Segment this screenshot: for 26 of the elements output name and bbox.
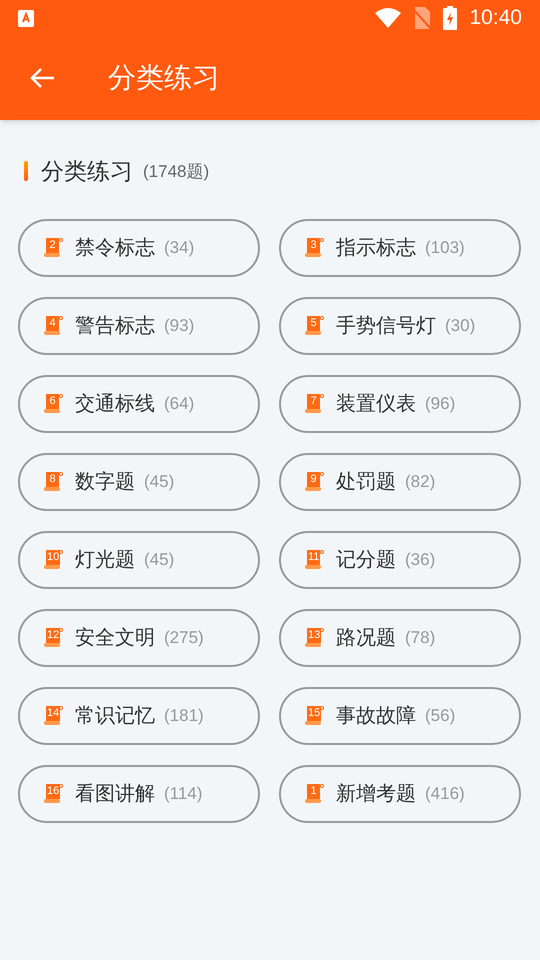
back-arrow-icon bbox=[29, 67, 55, 89]
wifi-icon bbox=[375, 7, 402, 29]
category-button[interactable]: 15 事故故障 (56) bbox=[279, 686, 521, 744]
category-button[interactable]: 14 常识记忆 (181) bbox=[18, 686, 260, 744]
status-time: 10:40 bbox=[469, 5, 522, 32]
category-button[interactable]: 2 禁令标志 (34) bbox=[18, 218, 260, 276]
section-title: 分类练习 bbox=[41, 157, 133, 186]
category-button[interactable]: 5 手势信号灯 (30) bbox=[279, 296, 521, 354]
category-button[interactable]: 9 处罚题 (82) bbox=[279, 452, 521, 510]
category-button[interactable]: 11 记分题 (36) bbox=[279, 530, 521, 588]
category-button[interactable]: 6 交通标线 (64) bbox=[18, 374, 260, 432]
category-button[interactable]: 4 警告标志 (93) bbox=[18, 296, 260, 354]
category-button[interactable]: 7 装置仪表 (96) bbox=[279, 374, 521, 432]
app-notification-icon bbox=[18, 10, 34, 26]
section-accent-bar bbox=[24, 161, 28, 182]
category-button[interactable]: 8 数字题 (45) bbox=[18, 452, 260, 510]
category-button[interactable]: 10 灯光题 (45) bbox=[18, 530, 260, 588]
category-button[interactable]: 3 指示标志 (103) bbox=[279, 218, 521, 276]
category-button[interactable]: 16 看图讲解 (114) bbox=[18, 764, 260, 822]
category-button[interactable]: 12 安全文明 (275) bbox=[18, 608, 260, 666]
section-count: (1748题) bbox=[143, 160, 210, 182]
charging-battery-icon bbox=[443, 6, 458, 30]
category-button[interactable]: 13 路况题 (78) bbox=[279, 608, 521, 666]
page-title: 分类练习 bbox=[108, 61, 220, 95]
category-button[interactable]: 1 新增考题 (416) bbox=[279, 764, 521, 822]
no-sim-icon bbox=[413, 7, 432, 29]
